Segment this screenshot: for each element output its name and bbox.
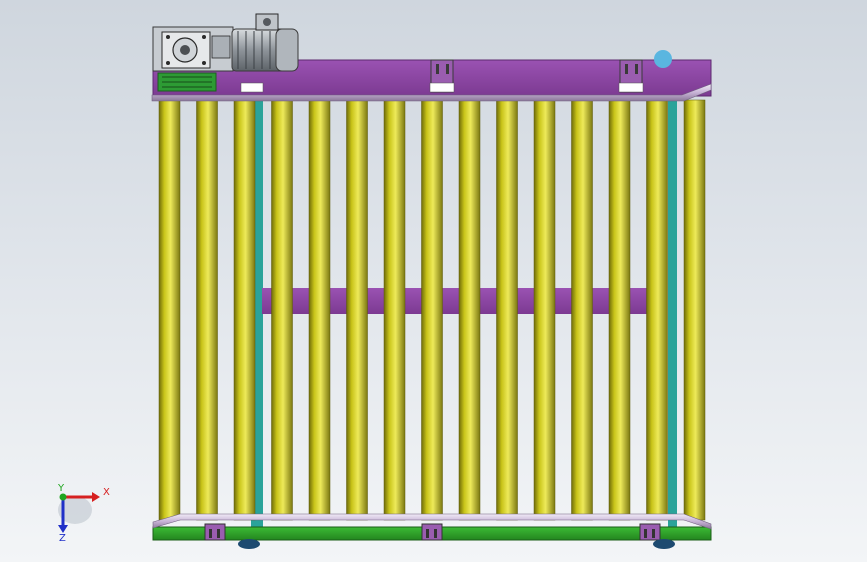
roller [571,99,593,521]
roller [383,99,406,521]
cad-viewport[interactable]: X Y Z [0,0,867,562]
right-side-rail [668,100,677,528]
roller [271,99,293,521]
top-right-wheel [654,50,672,68]
roller [496,99,518,521]
bottom-right-wheel [653,539,675,549]
top-bracket [429,59,455,93]
y-axis-label: Y [58,483,65,494]
roller [308,99,331,521]
bottom-bracket [204,523,226,541]
roller [346,99,368,521]
roller [421,99,443,521]
coordinate-triad [58,492,100,533]
roller-conveyor-model [58,13,712,549]
roller [458,99,481,521]
z-axis-label: Z [59,533,66,544]
roller-group [158,99,706,521]
roller [683,99,706,521]
roller [196,99,218,521]
bottom-bracket [639,523,661,541]
bottom-bracket [421,523,443,541]
top-bracket [618,59,644,93]
roller [608,99,631,521]
top-bracket-plate [240,82,264,93]
roller [158,99,181,521]
roller [233,99,256,521]
x-axis-label: X [103,487,110,498]
roller [646,99,668,521]
bottom-left-wheel [238,539,260,549]
roller [533,99,556,521]
